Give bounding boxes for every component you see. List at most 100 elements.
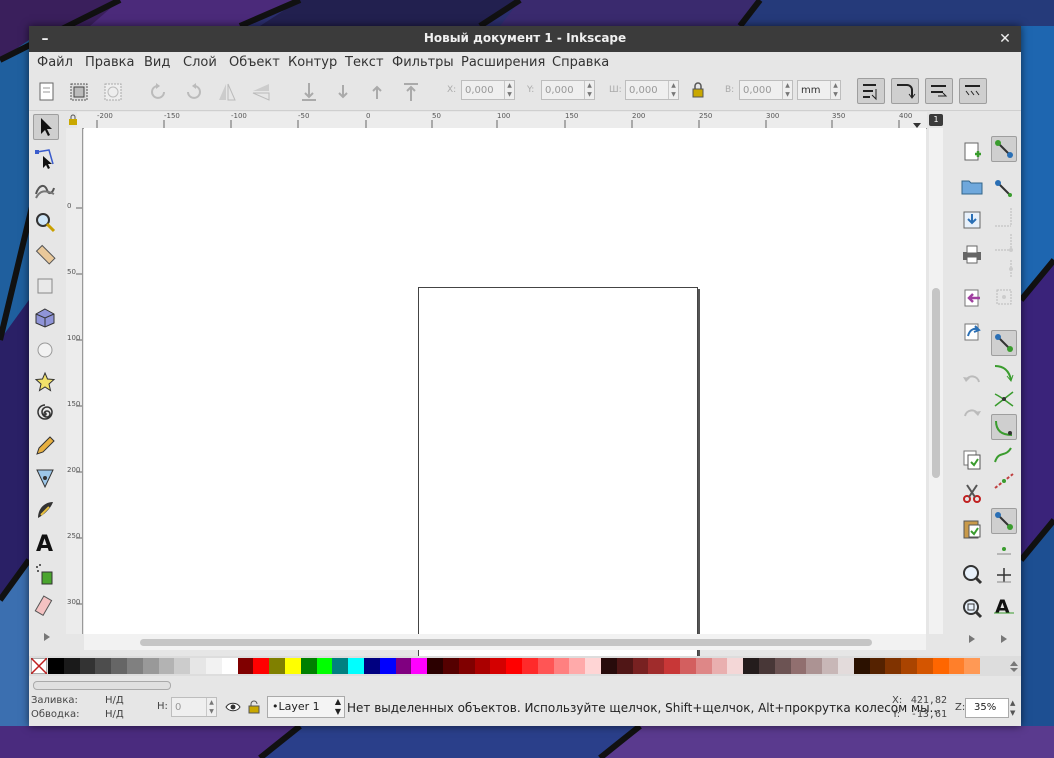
raise-icon[interactable] bbox=[365, 80, 389, 104]
color-swatch[interactable] bbox=[932, 658, 949, 674]
color-swatch[interactable] bbox=[822, 658, 839, 674]
color-swatch[interactable] bbox=[806, 658, 823, 674]
x-input[interactable]: 0,000 ▲ ▼ bbox=[461, 80, 515, 100]
snap-toggle[interactable] bbox=[991, 136, 1017, 162]
color-swatch[interactable] bbox=[569, 658, 586, 674]
y-spinner[interactable]: ▲ ▼ bbox=[584, 81, 594, 99]
lower-to-bottom-icon[interactable] bbox=[297, 80, 321, 104]
color-swatch[interactable] bbox=[253, 658, 270, 674]
color-swatch[interactable] bbox=[885, 658, 902, 674]
color-swatch[interactable] bbox=[648, 658, 665, 674]
redo-icon[interactable] bbox=[960, 402, 984, 426]
snap-smooth-icon[interactable] bbox=[991, 442, 1017, 468]
zoom-spinner[interactable]: ▲ ▼ bbox=[1010, 698, 1015, 718]
snap-nodes-toggle[interactable] bbox=[991, 330, 1017, 356]
color-swatch[interactable] bbox=[964, 658, 981, 674]
snap-object-center-icon[interactable] bbox=[991, 536, 1017, 562]
eye-icon[interactable] bbox=[225, 700, 241, 714]
open-folder-icon[interactable] bbox=[960, 174, 984, 198]
color-swatch[interactable] bbox=[395, 658, 412, 674]
palette-scrollbar[interactable] bbox=[29, 676, 1021, 692]
color-swatch[interactable] bbox=[142, 658, 159, 674]
toolbox-more-icon[interactable] bbox=[43, 632, 51, 642]
color-swatch[interactable] bbox=[506, 658, 523, 674]
color-swatch[interactable] bbox=[601, 658, 617, 674]
color-swatch[interactable] bbox=[364, 658, 380, 674]
menu-extensions[interactable]: Расширения bbox=[461, 55, 545, 70]
flip-horizontal-icon[interactable] bbox=[215, 80, 239, 104]
color-swatch[interactable] bbox=[158, 658, 175, 674]
snap-others-toggle[interactable] bbox=[991, 508, 1017, 534]
import-icon[interactable] bbox=[960, 286, 984, 310]
palette-menu-icon[interactable] bbox=[1009, 660, 1019, 672]
color-swatch[interactable] bbox=[917, 658, 933, 674]
palette-scroll-thumb[interactable] bbox=[33, 681, 171, 690]
color-swatch[interactable] bbox=[948, 658, 965, 674]
layer-lock-icon[interactable] bbox=[247, 699, 261, 715]
zoom-selection-icon[interactable] bbox=[960, 562, 984, 586]
lock-icon[interactable] bbox=[689, 80, 707, 100]
pen-tool[interactable] bbox=[33, 466, 59, 492]
color-swatch[interactable] bbox=[174, 658, 191, 674]
unit-select-arrow[interactable]: ▲ ▼ bbox=[830, 81, 840, 99]
snap-rotation-center-icon[interactable] bbox=[991, 562, 1017, 588]
color-swatch[interactable] bbox=[48, 658, 64, 674]
spray-tool[interactable] bbox=[33, 562, 59, 588]
lower-icon[interactable] bbox=[331, 80, 355, 104]
snap-midpoint-icon[interactable] bbox=[991, 468, 1017, 494]
color-swatch[interactable] bbox=[206, 658, 222, 674]
color-swatch[interactable] bbox=[743, 658, 760, 674]
horizontal-scroll-thumb[interactable] bbox=[140, 639, 872, 646]
snap-bbox-center-icon[interactable] bbox=[991, 284, 1017, 310]
pencil-tool[interactable] bbox=[33, 434, 59, 460]
color-swatch[interactable] bbox=[443, 658, 459, 674]
snap-bbox-icon[interactable] bbox=[991, 176, 1017, 202]
print-icon[interactable] bbox=[960, 242, 984, 266]
zoom-input[interactable]: 35% bbox=[965, 698, 1009, 718]
3d-box-tool[interactable] bbox=[33, 306, 59, 332]
menu-text[interactable]: Текст bbox=[345, 55, 384, 70]
opacity-input[interactable]: 0 ▲ ▼ bbox=[171, 697, 217, 717]
close-button[interactable]: ✕ bbox=[995, 29, 1015, 49]
snap-intersection-icon[interactable] bbox=[991, 386, 1017, 412]
color-swatch[interactable] bbox=[522, 658, 538, 674]
snap-bbox-edge-icon[interactable] bbox=[991, 204, 1017, 230]
move-patterns-toggle[interactable] bbox=[959, 78, 987, 104]
color-swatch[interactable] bbox=[585, 658, 602, 674]
raise-to-top-icon[interactable] bbox=[399, 80, 423, 104]
x-spinner[interactable]: ▲ ▼ bbox=[504, 81, 514, 99]
layer-selector[interactable]: •Layer 1 ▲ ▼ bbox=[267, 696, 345, 718]
menu-edit[interactable]: Правка bbox=[85, 55, 134, 70]
new-document-icon[interactable] bbox=[960, 140, 984, 164]
menu-path[interactable]: Контур bbox=[288, 55, 337, 70]
color-swatch[interactable] bbox=[427, 658, 444, 674]
scale-corners-toggle[interactable] bbox=[891, 78, 919, 104]
commands-more-icon[interactable] bbox=[968, 634, 976, 644]
color-swatch[interactable] bbox=[379, 658, 396, 674]
cut-icon[interactable] bbox=[960, 482, 984, 506]
h-spinner[interactable]: ▲ ▼ bbox=[782, 81, 792, 99]
color-swatch[interactable] bbox=[458, 658, 475, 674]
drawing-canvas[interactable] bbox=[84, 128, 926, 681]
paste-icon[interactable] bbox=[960, 516, 984, 540]
color-swatch[interactable] bbox=[332, 658, 349, 674]
node-tool[interactable] bbox=[33, 146, 59, 172]
menu-file[interactable]: Файл bbox=[37, 55, 73, 70]
tweak-tool[interactable] bbox=[33, 178, 59, 204]
save-icon[interactable] bbox=[960, 208, 984, 232]
menu-filters[interactable]: Фильтры bbox=[392, 55, 454, 70]
color-swatch[interactable] bbox=[632, 658, 649, 674]
zoom-drawing-icon[interactable] bbox=[960, 596, 984, 620]
color-swatch[interactable] bbox=[490, 658, 507, 674]
move-gradients-toggle[interactable] bbox=[925, 78, 953, 104]
color-swatch[interactable] bbox=[348, 658, 365, 674]
deselect-icon[interactable] bbox=[101, 80, 125, 104]
y-input[interactable]: 0,000 ▲ ▼ bbox=[541, 80, 595, 100]
ellipse-tool[interactable] bbox=[33, 338, 59, 364]
menu-object[interactable]: Объект bbox=[229, 55, 280, 70]
select-all-icon[interactable] bbox=[35, 80, 59, 104]
undo-icon[interactable] bbox=[960, 368, 984, 392]
color-swatch[interactable] bbox=[537, 658, 554, 674]
color-swatch[interactable] bbox=[237, 658, 254, 674]
text-tool[interactable]: A bbox=[33, 530, 59, 557]
